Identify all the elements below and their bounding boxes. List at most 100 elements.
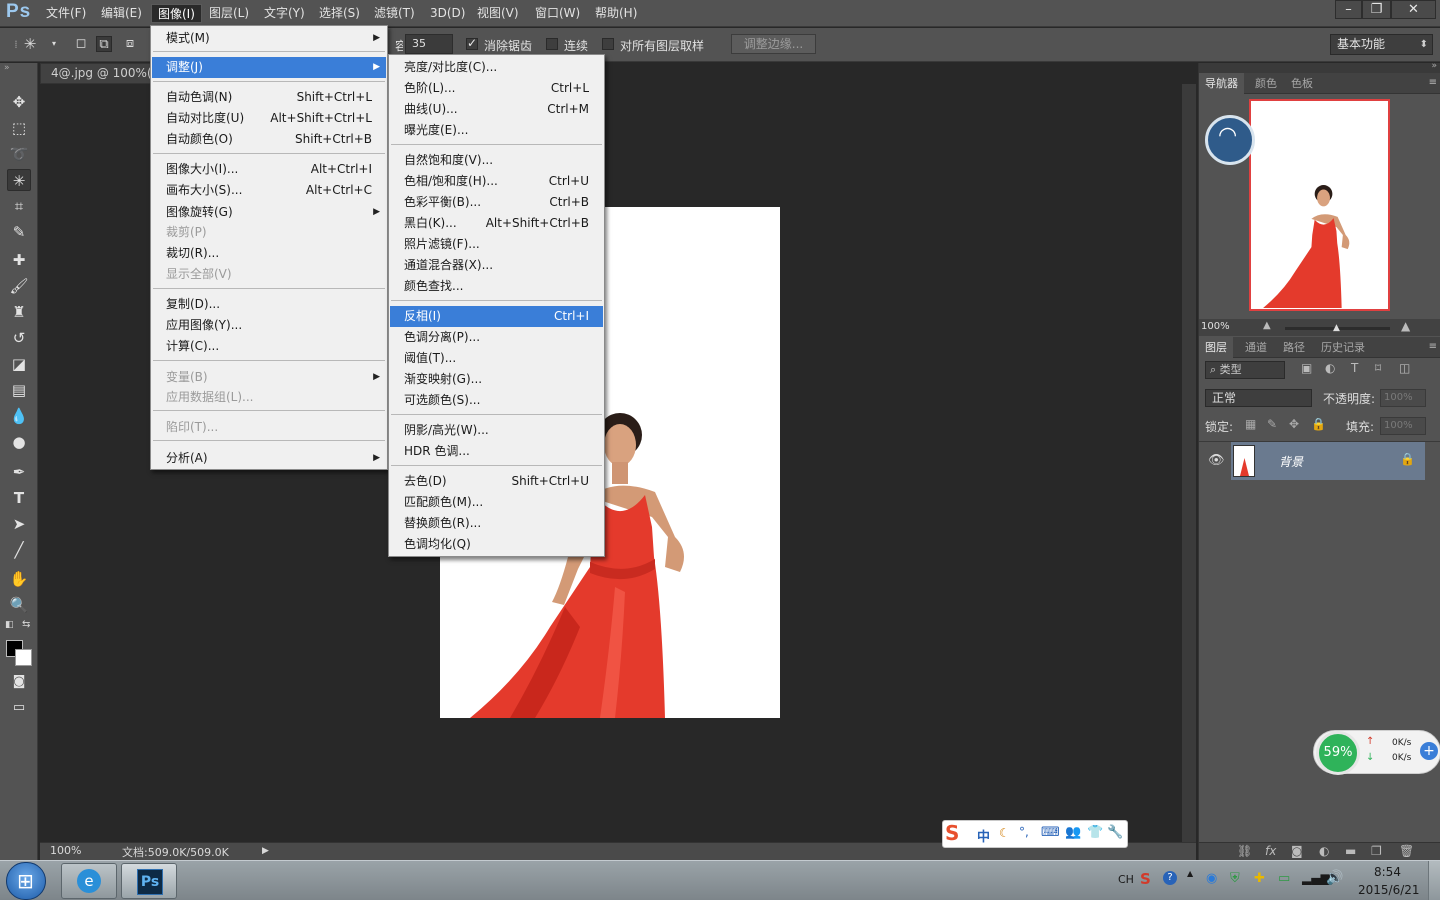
adjust-menu-item[interactable]: 亮度/对比度(C)... xyxy=(390,57,603,78)
menu-filter[interactable]: 滤镜(T) xyxy=(368,4,421,23)
adjust-menu-item[interactable]: 颜色查找... xyxy=(390,276,603,297)
tab-swatches[interactable]: 色板 xyxy=(1285,73,1319,94)
filter-smart-icon[interactable]: ◫ xyxy=(1399,361,1410,375)
move-tool-icon[interactable]: ✥ xyxy=(7,91,31,113)
screen-mode-icon[interactable]: ▭ xyxy=(7,697,31,719)
security-tray-icon[interactable]: ✚ xyxy=(1254,871,1265,886)
network-speed-widget[interactable]: 59% ↑ ↓ 0K/s 0K/s + xyxy=(1313,730,1440,775)
new-group-icon[interactable]: ▬ xyxy=(1345,844,1356,858)
menu-help[interactable]: 帮助(H) xyxy=(589,4,643,23)
image-menu-item[interactable]: 画布大小(S)... Alt+Ctrl+C xyxy=(152,180,386,201)
menu-window[interactable]: 窗口(W) xyxy=(529,4,586,23)
menu-layer[interactable]: 图层(L) xyxy=(203,4,255,23)
layer-filter-select[interactable]: ⌕ 类型 xyxy=(1205,361,1285,379)
zoom-in-icon[interactable]: ▲ xyxy=(1401,319,1410,333)
layer-visibility-eye-icon[interactable]: 👁 xyxy=(1208,453,1225,468)
restore-button[interactable]: ❐ xyxy=(1362,0,1391,19)
start-button[interactable]: ⊞ xyxy=(6,862,46,900)
clock-time[interactable]: 8:54 xyxy=(1374,865,1401,879)
link-layers-icon[interactable]: ⛓ xyxy=(1237,844,1252,858)
image-menu-item[interactable]: 自动对比度(U) Alt+Shift+Ctrl+L xyxy=(152,108,386,129)
clone-stamp-tool-icon[interactable]: ♜ xyxy=(7,301,31,323)
sample-all-checkbox[interactable] xyxy=(602,38,614,50)
image-menu-item[interactable]: 图像旋转(G) ▶ xyxy=(152,202,386,223)
close-button[interactable]: ✕ xyxy=(1391,0,1436,19)
blend-mode-select[interactable]: 正常 xyxy=(1205,389,1312,407)
adjust-menu-item[interactable]: 匹配颜色(M)... xyxy=(390,492,603,513)
gradient-tool-icon[interactable]: ▤ xyxy=(7,379,31,401)
adjust-menu-item[interactable]: 通道混合器(X)... xyxy=(390,255,603,276)
add-icon[interactable]: + xyxy=(1420,742,1438,760)
punctuation-icon[interactable]: °, xyxy=(1019,825,1029,839)
help-tray-icon[interactable]: ? xyxy=(1163,871,1177,885)
contiguous-checkbox[interactable] xyxy=(546,38,558,50)
adjust-menu-item[interactable]: 色阶(L)... Ctrl+L xyxy=(390,78,603,99)
wifi-widget[interactable]: ◠ xyxy=(1205,115,1255,165)
tab-navigator[interactable]: 导航器 xyxy=(1199,73,1244,94)
filter-pixel-icon[interactable]: ▣ xyxy=(1301,361,1312,375)
tab-paths[interactable]: 路径 xyxy=(1277,337,1311,358)
healing-brush-tool-icon[interactable]: ✚ xyxy=(7,249,31,271)
lock-position-icon[interactable]: ✥ xyxy=(1289,417,1299,431)
panel-menu-icon[interactable]: ≡ xyxy=(1429,77,1437,88)
wifi-tray-icon[interactable]: ◉ xyxy=(1206,871,1217,886)
user-icon[interactable]: 👥 xyxy=(1065,825,1081,840)
expand-icon[interactable]: » xyxy=(1431,61,1437,71)
hand-tool-icon[interactable]: ✋ xyxy=(7,568,31,590)
adjust-menu-item[interactable]: 色相/饱和度(H)... Ctrl+U xyxy=(390,171,603,192)
path-selection-tool-icon[interactable]: ➤ xyxy=(7,513,31,535)
lock-transparent-icon[interactable]: ▦ xyxy=(1245,417,1256,431)
zoom-tool-icon[interactable]: 🔍 xyxy=(7,594,31,616)
adjust-menu-item[interactable]: 曲线(U)... Ctrl+M xyxy=(390,99,603,120)
adjust-menu-item[interactable]: 照片滤镜(F)... xyxy=(390,234,603,255)
blur-tool-icon[interactable]: 💧 xyxy=(7,405,31,427)
volume-tray-icon[interactable]: 🔊 xyxy=(1326,870,1343,886)
adjust-menu-item[interactable]: 阈值(T)... xyxy=(390,348,603,369)
navigator-zoom[interactable]: 100% xyxy=(1201,321,1230,332)
filter-type-icon[interactable]: T xyxy=(1351,361,1358,375)
zoom-slider-thumb-icon[interactable]: ▲ xyxy=(1333,323,1340,333)
background-color-swatch[interactable] xyxy=(15,649,32,666)
menu-view[interactable]: 视图(V) xyxy=(471,4,525,23)
adjustment-layer-icon[interactable]: ◐ xyxy=(1319,844,1329,858)
menu-image[interactable]: 图像(I) xyxy=(151,4,202,23)
menu-3d[interactable]: 3D(D) xyxy=(424,4,471,23)
adjust-menu-item[interactable]: 色调均化(Q) xyxy=(390,534,603,555)
image-menu-item[interactable]: 图像大小(I)... Alt+Ctrl+I xyxy=(152,159,386,180)
default-colors-icon[interactable]: ◧ xyxy=(5,620,14,630)
status-menu-arrow-icon[interactable]: ▶ xyxy=(262,846,269,856)
image-menu-item[interactable]: 自动颜色(O) Shift+Ctrl+B xyxy=(152,129,386,150)
workspace-select[interactable]: 基本功能 xyxy=(1330,34,1433,55)
menu-edit[interactable]: 编辑(E) xyxy=(95,4,148,23)
image-menu-item[interactable]: 分析(A) ▶ xyxy=(152,448,386,469)
adjust-menu-item[interactable]: 黑白(K)... Alt+Shift+Ctrl+B xyxy=(390,213,603,234)
taskbar-photoshop[interactable]: Ps xyxy=(121,863,177,899)
sogou-tray-icon[interactable]: S xyxy=(1140,870,1151,888)
adjust-menu-item[interactable]: 色彩平衡(B)... Ctrl+B xyxy=(390,192,603,213)
show-desktop-button[interactable] xyxy=(1428,861,1440,900)
tab-history[interactable]: 历史记录 xyxy=(1315,337,1371,358)
swap-colors-icon[interactable]: ⇆ xyxy=(22,619,30,630)
image-menu-item[interactable]: 调整(J) ▶ xyxy=(152,57,386,78)
moon-icon[interactable]: ☾ xyxy=(999,826,1010,840)
minimize-button[interactable]: – xyxy=(1335,0,1362,19)
zoom-level[interactable]: 100% xyxy=(50,844,81,857)
vertical-scrollbar[interactable] xyxy=(1182,84,1196,842)
clock-date[interactable]: 2015/6/21 xyxy=(1358,883,1420,897)
image-menu-item[interactable]: 复制(D)... xyxy=(152,294,386,315)
dodge-tool-icon[interactable]: ● xyxy=(7,431,31,453)
adjust-menu-item[interactable]: 可选颜色(S)... xyxy=(390,390,603,411)
adjust-menu-item[interactable]: HDR 色调... xyxy=(390,441,603,462)
skin-icon[interactable]: 👕 xyxy=(1087,825,1103,840)
menu-file[interactable]: 文件(F) xyxy=(40,4,92,23)
menu-select[interactable]: 选择(S) xyxy=(313,4,366,23)
tolerance-input[interactable]: 35 xyxy=(405,34,453,54)
layer-name[interactable]: 背景 xyxy=(1279,453,1303,470)
refine-edge-button[interactable]: 调整边缘... xyxy=(731,34,816,54)
tool-preset-dropdown-icon[interactable]: ▾ xyxy=(46,36,62,52)
lock-pixels-icon[interactable]: ✎ xyxy=(1267,417,1277,431)
filter-shape-icon[interactable]: ⌑ xyxy=(1375,361,1381,375)
new-selection-icon[interactable]: ◻ xyxy=(73,36,89,52)
layer-style-icon[interactable]: fx xyxy=(1265,844,1276,858)
magic-wand-icon[interactable]: ✳ xyxy=(22,36,38,52)
